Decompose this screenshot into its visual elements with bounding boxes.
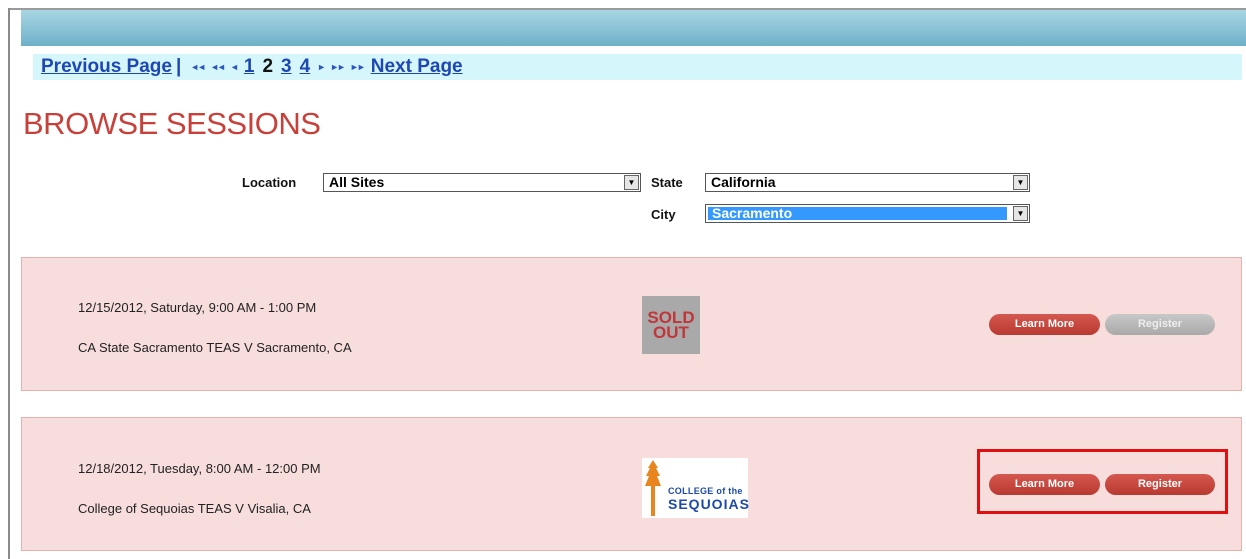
state-select-value: California (711, 174, 776, 190)
college-of-sequoias-logo: COLLEGE of the SEQUOIAS (642, 458, 750, 518)
city-label: City (651, 207, 676, 222)
city-select-value: Sacramento (712, 205, 793, 221)
dropdown-arrow-icon[interactable]: ▼ (1013, 175, 1028, 190)
sequoia-tree-icon (645, 460, 661, 516)
learn-more-button[interactable]: Learn More (989, 314, 1100, 335)
pager-separator: | (175, 56, 182, 77)
sold-out-badge: SOLD OUT (642, 296, 700, 354)
logo-text-sequoias: SEQUOIAS (668, 496, 750, 512)
first-page-icon[interactable]: ◄◄ (190, 62, 206, 72)
pagination-bar: Previous Page | ◄◄ ◄◄ ◄ 1 2 3 4 ► ►► ►► … (33, 54, 766, 80)
dropdown-arrow-icon[interactable]: ▼ (1013, 206, 1028, 221)
state-select[interactable]: California ▼ (705, 173, 1030, 192)
location-select-value: All Sites (329, 174, 385, 190)
state-label: State (651, 175, 683, 190)
next-page-link[interactable]: Next Page (371, 56, 463, 78)
session-row: 12/15/2012, Saturday, 9:00 AM - 1:00 PM … (21, 257, 1242, 391)
city-select[interactable]: Sacramento ▼ (705, 204, 1030, 223)
session-name: CA State Sacramento TEAS V Sacramento, C… (78, 340, 352, 355)
rewind-icon[interactable]: ◄◄ (210, 62, 226, 72)
last-page-icon[interactable]: ►► (350, 62, 366, 72)
session-datetime: 12/18/2012, Tuesday, 8:00 AM - 12:00 PM (78, 461, 321, 476)
session-name: College of Sequoias TEAS V Visalia, CA (78, 501, 311, 516)
next-icon[interactable]: ► (317, 62, 326, 72)
session-datetime: 12/15/2012, Saturday, 9:00 AM - 1:00 PM (78, 300, 317, 315)
location-label: Location (242, 175, 297, 190)
page-title: BROWSE SESSIONS (23, 106, 321, 141)
window-left-border (8, 8, 10, 559)
current-page: 2 (262, 56, 274, 77)
header-bar (21, 10, 1246, 46)
page-link-3[interactable]: 3 (281, 56, 292, 78)
logo-text-college: COLLEGE of the (668, 486, 743, 496)
fast-forward-icon[interactable]: ►► (330, 62, 346, 72)
previous-page-link[interactable]: Previous Page (41, 56, 172, 78)
pagination-bar-extension (766, 54, 1242, 80)
register-button-disabled: Register (1105, 314, 1215, 335)
page-link-1[interactable]: 1 (244, 56, 255, 78)
prev-icon[interactable]: ◄ (230, 62, 239, 72)
highlight-box (977, 449, 1228, 514)
location-select[interactable]: All Sites ▼ (323, 173, 641, 192)
page-link-4[interactable]: 4 (300, 56, 311, 78)
sold-out-line2: OUT (653, 323, 689, 342)
dropdown-arrow-icon[interactable]: ▼ (624, 175, 639, 190)
